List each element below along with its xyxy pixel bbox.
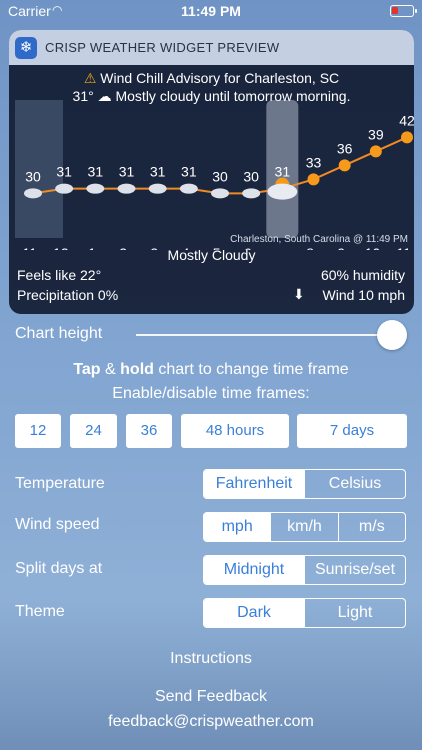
timeframe-48-hours[interactable]: 48 hours [181, 414, 289, 448]
timeframe-12[interactable]: 12 [15, 414, 61, 448]
temperature-label: 36 [337, 140, 353, 156]
night-cloud-icon [211, 188, 229, 199]
snowflake-icon: ❄ [15, 36, 37, 59]
split-days-segmented-control[interactable]: Midnight Sunrise/set [203, 555, 406, 585]
hint-hold: hold [120, 361, 154, 378]
theme-segmented-control[interactable]: Dark Light [203, 598, 406, 628]
chart-height-thumb[interactable] [377, 320, 407, 350]
wind-kmh[interactable]: km/h [270, 513, 337, 541]
timeframe-hint: Tap & hold chart to change time frame [0, 361, 422, 379]
night-cloud-icon [86, 183, 105, 194]
wind-ms[interactable]: m/s [337, 513, 405, 541]
sun-icon [401, 131, 413, 144]
temperature-label: 39 [368, 126, 384, 142]
attribution: Charleston, South Carolina @ 11:49 PM [230, 234, 408, 245]
sun-icon [369, 145, 382, 158]
battery-icon [390, 5, 417, 17]
night-cloud-icon [55, 183, 74, 194]
split-sunrise-set[interactable]: Sunrise/set [304, 556, 405, 584]
temperature-fahrenheit[interactable]: Fahrenheit [204, 470, 304, 498]
advisory-line: ⚠ Wind Chill Advisory for Charleston, SC [9, 70, 414, 87]
theme-label: Theme [15, 603, 65, 620]
temperature-celsius[interactable]: Celsius [304, 470, 405, 498]
timeframe-7-days[interactable]: 7 days [297, 414, 407, 448]
wind-speed-segmented-control[interactable]: mph km/h m/s [203, 512, 406, 542]
advisory-text: Wind Chill Advisory for Charleston, SC [100, 70, 340, 86]
clock: 11:49 PM [181, 3, 241, 19]
temperature-label: 30 [243, 168, 259, 184]
hint-amp: & [105, 361, 116, 378]
wind: Wind 10 mph [322, 287, 405, 303]
temperature-label: 31 [150, 164, 166, 180]
hint-tap: Tap [73, 361, 101, 378]
theme-light[interactable]: Light [304, 599, 405, 627]
feedback-email-link[interactable]: feedback@crispweather.com [0, 713, 422, 731]
status-bar: Carrier ◠ 11:49 PM [0, 0, 422, 22]
temperature-label: 31 [88, 164, 104, 180]
split-days-label: Split days at [15, 560, 103, 577]
precipitation: Precipitation 0% [17, 287, 119, 303]
temperature-label: 31 [181, 164, 197, 180]
temperature-segmented-control[interactable]: Fahrenheit Celsius [203, 469, 406, 499]
timeframes-hint: Enable/disable time frames: [112, 385, 310, 402]
hint-rest: chart to change time frame [158, 361, 349, 378]
warning-icon: ⚠ [83, 70, 97, 86]
night-cloud-icon [24, 188, 42, 199]
temperature-label: 33 [306, 154, 322, 170]
temperature-label: 31 [275, 164, 291, 180]
feels-like: Feels like 22° [17, 267, 102, 283]
split-midnight[interactable]: Midnight [204, 556, 304, 584]
widget-header: ❄ CRISP WEATHER WIDGET PREVIEW [9, 30, 414, 65]
wind-direction-icon: ⬇ [293, 286, 305, 302]
send-feedback-link[interactable]: Send Feedback [0, 688, 422, 706]
sun-icon [307, 173, 320, 186]
temperature-label: 42 [399, 112, 414, 128]
night-cloud-icon [148, 183, 167, 194]
temperature-label: 30 [212, 168, 228, 184]
night-cloud-icon [179, 183, 198, 194]
night-cloud-icon [242, 188, 261, 199]
widget-preview[interactable]: ❄ CRISP WEATHER WIDGET PREVIEW ⚠ Wind Ch… [9, 30, 414, 314]
timeframe-36[interactable]: 36 [126, 414, 172, 448]
widget-title: CRISP WEATHER WIDGET PREVIEW [45, 40, 280, 55]
instructions-link[interactable]: Instructions [0, 650, 422, 668]
theme-dark[interactable]: Dark [204, 599, 304, 627]
wind-mph[interactable]: mph [204, 513, 271, 541]
chart-height-slider[interactable] [136, 334, 392, 336]
temperature-label: Temperature [15, 475, 105, 492]
condition-label: Mostly Cloudy [167, 247, 256, 263]
temperature-label: 30 [25, 168, 41, 184]
temperature-label: 31 [56, 164, 72, 180]
humidity: 60% humidity [320, 267, 405, 283]
hourly-chart-svg: 3011P3112A311A312A313A314A305A306A317A33… [15, 100, 414, 250]
temperature-label: 31 [119, 164, 135, 180]
chart-height-label: Chart height [15, 325, 103, 342]
night-cloud-icon [117, 183, 136, 194]
hourly-chart[interactable]: 3011P3112A311A312A313A314A305A306A317A33… [9, 100, 414, 250]
cloud-icon [267, 183, 298, 200]
wind-speed-label: Wind speed [15, 516, 100, 533]
sun-icon [338, 159, 351, 172]
timeframe-24[interactable]: 24 [70, 414, 117, 448]
